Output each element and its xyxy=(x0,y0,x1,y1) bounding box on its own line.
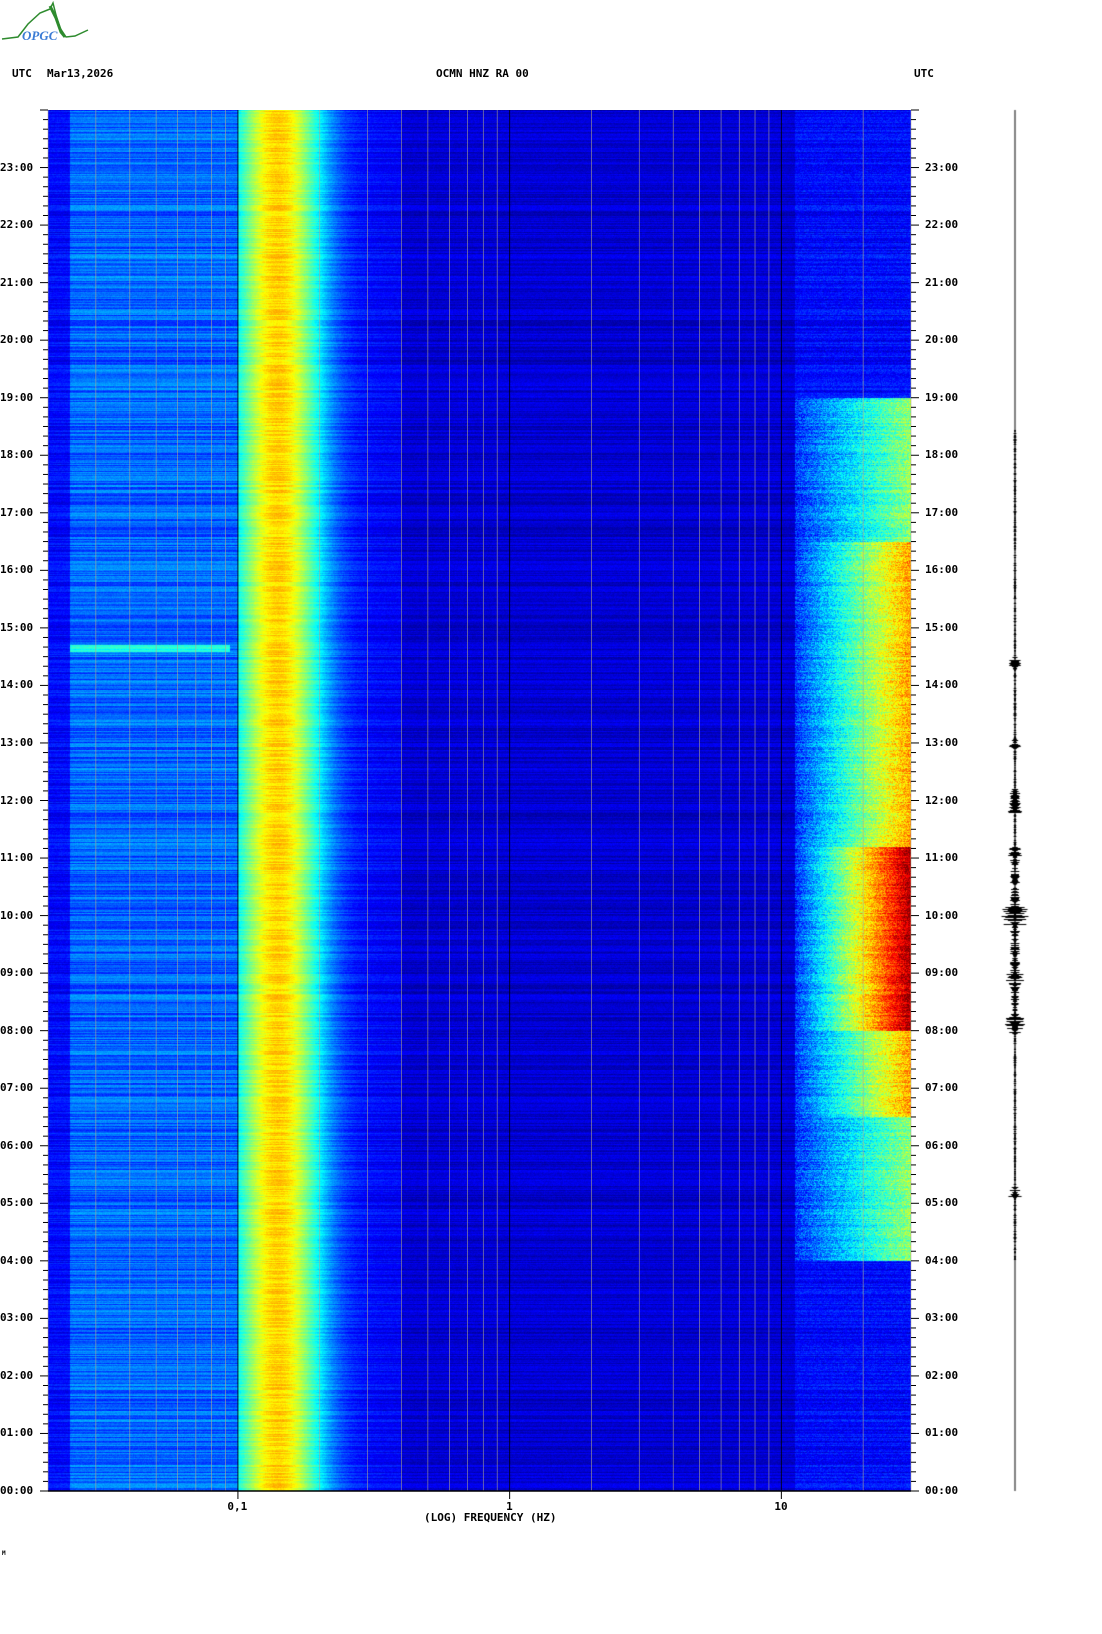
y-label-left: 10:00 xyxy=(0,908,34,922)
y-label-right: 15:00 xyxy=(925,620,959,634)
y-label-right: 13:00 xyxy=(925,735,959,749)
spectrogram-axes xyxy=(40,109,919,1499)
y-label-left: 09:00 xyxy=(0,966,34,980)
y-label-left: 07:00 xyxy=(0,1081,34,1095)
y-label-left: 21:00 xyxy=(0,275,34,289)
y-label-right: 21:00 xyxy=(925,275,959,289)
spectrogram-page: OPGC UTC Mar13,2026 OCMN HNZ RA 00 UTC 0… xyxy=(0,0,1102,1634)
x-tick-label: 10 xyxy=(774,1500,788,1513)
y-label-left: 03:00 xyxy=(0,1311,34,1325)
y-label-right: 00:00 xyxy=(925,1484,959,1497)
y-label-left: 02:00 xyxy=(0,1368,34,1382)
y-label-right: 10:00 xyxy=(925,908,959,922)
y-label-right: 19:00 xyxy=(925,390,959,404)
y-label-right: 08:00 xyxy=(925,1023,959,1037)
y-label-left: 15:00 xyxy=(0,620,34,634)
y-label-left: 12:00 xyxy=(0,793,34,807)
y-label-left: 17:00 xyxy=(0,505,34,519)
seismogram-trace xyxy=(990,100,1040,1500)
y-label-right: 01:00 xyxy=(925,1426,959,1440)
y-label-left: 22:00 xyxy=(0,218,34,232)
y-label-right: 14:00 xyxy=(925,678,959,692)
y-label-left: 13:00 xyxy=(0,735,34,749)
y-label-left: 19:00 xyxy=(0,390,34,404)
y-label-left: 20:00 xyxy=(0,333,34,347)
y-label-left: 04:00 xyxy=(0,1253,34,1267)
y-label-right: 18:00 xyxy=(925,448,959,462)
y-label-left: 08:00 xyxy=(0,1023,34,1037)
y-label-left: 16:00 xyxy=(0,563,34,577)
y-label-right: 05:00 xyxy=(925,1196,959,1210)
y-label-left: 01:00 xyxy=(0,1426,34,1440)
y-label-left: 23:00 xyxy=(0,160,34,174)
y-label-right: 09:00 xyxy=(925,966,959,980)
y-label-right: 12:00 xyxy=(925,793,959,807)
y-label-right: 16:00 xyxy=(925,563,959,577)
y-label-left: 06:00 xyxy=(0,1138,34,1152)
x-axis-title: (LOG) FREQUENCY (HZ) xyxy=(424,1511,557,1524)
y-label-left: 18:00 xyxy=(0,448,34,462)
y-label-left: 05:00 xyxy=(0,1196,34,1210)
y-label-left: 00:00 xyxy=(0,1484,34,1497)
footer-mark: M xyxy=(2,1550,6,1557)
y-label-right: 17:00 xyxy=(925,505,959,519)
y-label-right: 20:00 xyxy=(925,333,959,347)
y-label-right: 02:00 xyxy=(925,1368,959,1382)
y-label-left: 11:00 xyxy=(0,851,34,865)
y-label-right: 22:00 xyxy=(925,218,959,232)
y-label-right: 11:00 xyxy=(925,851,959,865)
y-label-right: 06:00 xyxy=(925,1138,959,1152)
y-label-left: 14:00 xyxy=(0,678,34,692)
y-label-right: 04:00 xyxy=(925,1253,959,1267)
y-label-right: 07:00 xyxy=(925,1081,959,1095)
y-label-right: 03:00 xyxy=(925,1311,959,1325)
y-label-right: 23:00 xyxy=(925,160,959,174)
x-tick-label: 0,1 xyxy=(227,1500,248,1513)
